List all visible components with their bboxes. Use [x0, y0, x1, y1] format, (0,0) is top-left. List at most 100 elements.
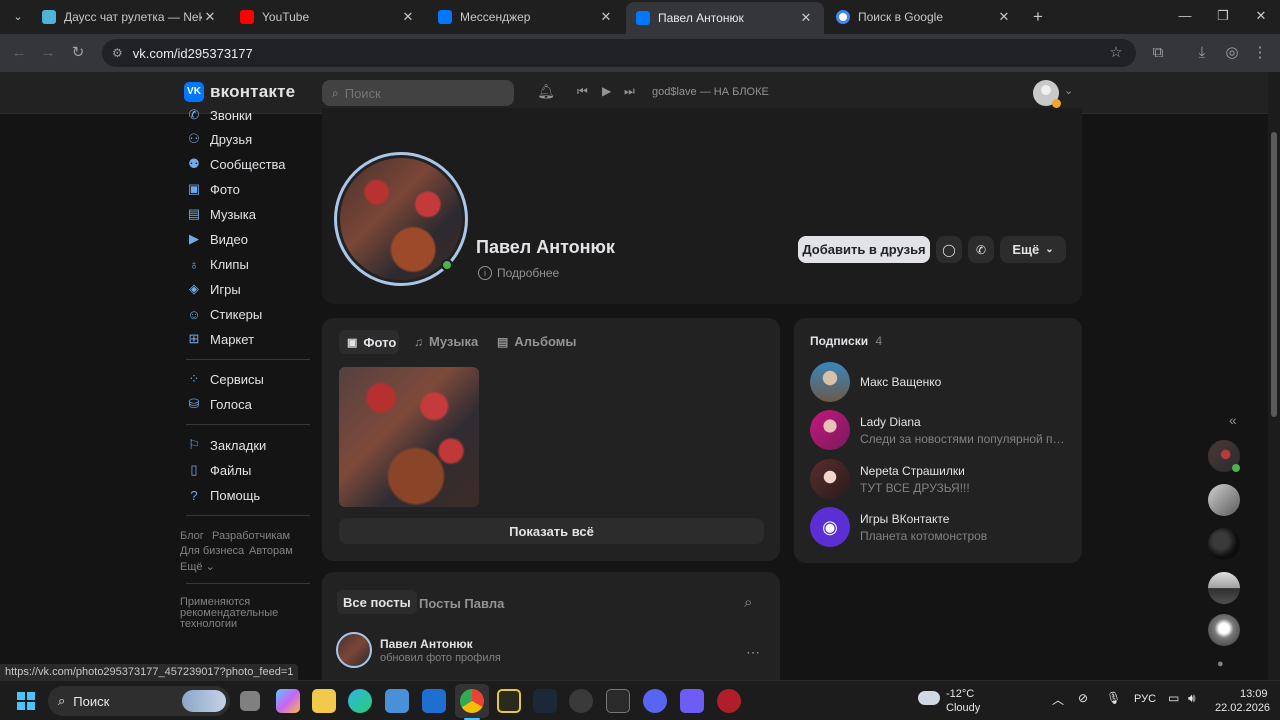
- input-language[interactable]: РУС: [1134, 693, 1156, 705]
- menu-item-services[interactable]: ⁘ Сервисы: [186, 368, 264, 390]
- minimize-icon[interactable]: —: [1175, 8, 1195, 23]
- footer-link-more[interactable]: Ещё ⌄: [180, 560, 215, 573]
- maximize-icon[interactable]: ❐: [1213, 8, 1233, 24]
- tab-youtube[interactable]: YouTube ✕: [230, 4, 426, 30]
- posts-tab-own[interactable]: Посты Павла: [419, 596, 504, 611]
- posts-tab-all[interactable]: Все посты: [337, 590, 417, 614]
- scrollbar-track[interactable]: [1268, 72, 1280, 680]
- chrome-icon[interactable]: [460, 689, 484, 713]
- post-author-avatar[interactable]: [336, 632, 372, 668]
- chat-bubble-icon[interactable]: ●: [1217, 658, 1224, 670]
- subscriptions-title[interactable]: Подписки 4: [810, 334, 882, 348]
- menu-item-votes[interactable]: ⛁ Голоса: [186, 393, 252, 415]
- tab-search-chevron-icon[interactable]: ⌄: [8, 7, 28, 27]
- chrome-menu-icon[interactable]: ⋮: [1250, 43, 1270, 63]
- subscription-item[interactable]: Nepeta Страшилки ТУТ ВСЕ ДРУЗЬЯ!!!: [810, 457, 1066, 501]
- subscription-item[interactable]: ◉ Игры ВКонтакте Планета котомонстров: [810, 505, 1066, 549]
- vk-logo-icon[interactable]: VK: [184, 82, 204, 102]
- footer-link-authors[interactable]: Авторам: [249, 545, 293, 557]
- chevron-down-icon[interactable]: ⌄: [1064, 84, 1073, 97]
- network-off-icon[interactable]: ⊘: [1078, 691, 1088, 705]
- app-icon[interactable]: [569, 689, 593, 713]
- menu-item-music[interactable]: ▤ Музыка: [186, 203, 256, 225]
- display-icon[interactable]: ▭: [1168, 691, 1179, 705]
- chat-avatar[interactable]: [1208, 528, 1240, 560]
- reload-icon[interactable]: ↻: [68, 43, 88, 63]
- edge-icon[interactable]: [348, 689, 372, 713]
- taskbar-search[interactable]: ⌕ Поиск: [48, 686, 230, 716]
- store-icon[interactable]: [385, 689, 409, 713]
- media-tab-albums[interactable]: ▤ Альбомы: [497, 334, 577, 349]
- window-close-icon[interactable]: ✕: [1251, 8, 1271, 24]
- play-icon[interactable]: ▶︎: [602, 84, 611, 98]
- chat-avatar[interactable]: [1208, 572, 1240, 604]
- menu-item-photos[interactable]: ▣ Фото: [186, 178, 240, 200]
- weather-desc[interactable]: Cloudy: [946, 702, 980, 714]
- back-arrow-icon[interactable]: ←: [9, 43, 29, 63]
- media-tab-photos[interactable]: ▣ Фото: [339, 330, 399, 354]
- photo-thumbnail[interactable]: [339, 367, 479, 507]
- footer-link-blog[interactable]: Блог: [180, 530, 204, 542]
- site-info-icon[interactable]: ⚙: [112, 46, 123, 60]
- show-all-photos-button[interactable]: Показать всё: [339, 518, 764, 544]
- vk-search-input[interactable]: [344, 85, 495, 101]
- post-author-name[interactable]: Павел Антонюк: [380, 637, 473, 651]
- menu-item-files[interactable]: ▯ Файлы: [186, 459, 251, 481]
- chat-avatar[interactable]: [1208, 440, 1240, 472]
- profile-more-info-link[interactable]: i Подробнее: [478, 266, 559, 280]
- address-bar[interactable]: ⚙ vk.com/id295373177: [102, 39, 1136, 67]
- post-options-icon[interactable]: ⋯: [746, 644, 760, 661]
- next-track-icon[interactable]: ⏭︎: [624, 84, 635, 99]
- menu-item-bookmarks[interactable]: ⚐ Закладки: [186, 434, 266, 456]
- weather-temp[interactable]: -12°C: [946, 688, 974, 700]
- message-button[interactable]: ◯: [936, 236, 962, 263]
- tab-google[interactable]: Поиск в Google ✕: [826, 4, 1022, 30]
- clock-time[interactable]: 13:09: [1240, 688, 1268, 700]
- collapse-chats-icon[interactable]: «: [1229, 412, 1237, 428]
- forward-arrow-icon[interactable]: →: [38, 43, 58, 63]
- player-track-title[interactable]: god$lave — НА БЛОКЕ: [652, 86, 769, 98]
- tab-messenger[interactable]: Мессенджер ✕: [428, 4, 624, 30]
- menu-item-stickers[interactable]: ☺ Стикеры: [186, 303, 262, 325]
- footer-link-business[interactable]: Для бизнеса: [180, 545, 244, 557]
- media-tab-music[interactable]: ♫ Музыка: [414, 334, 478, 349]
- volume-icon[interactable]: 🔊︎: [1188, 691, 1196, 706]
- app-icon[interactable]: [497, 689, 521, 713]
- tab-nekto[interactable]: Даусс чат рулетка — Nekto ✕: [32, 4, 228, 30]
- vk-logo-text[interactable]: вконтакте: [210, 82, 295, 102]
- scrollbar-thumb[interactable]: [1271, 132, 1277, 417]
- notifications-bell-icon[interactable]: 🔔︎: [537, 83, 555, 101]
- extensions-icon[interactable]: ⧉: [1148, 43, 1168, 63]
- windows-start-icon[interactable]: [17, 692, 35, 710]
- menu-item-help[interactable]: ? Помощь: [186, 484, 260, 506]
- app-icon[interactable]: [680, 689, 704, 713]
- chat-avatar[interactable]: [1208, 614, 1240, 646]
- new-tab-plus-icon[interactable]: +: [1028, 7, 1048, 27]
- prev-track-icon[interactable]: ⏮︎: [577, 84, 588, 99]
- subscription-item[interactable]: Lady Diana Следи за новостями популярной …: [810, 408, 1066, 452]
- menu-item-calls[interactable]: ✆ Звонки: [186, 104, 252, 126]
- menu-item-friends[interactable]: ⚇ Друзья: [186, 128, 252, 150]
- steam-icon[interactable]: [533, 689, 557, 713]
- microphone-icon[interactable]: 🎙︎: [1106, 691, 1121, 705]
- vk-search-box[interactable]: ⌕: [322, 80, 514, 106]
- app-icon[interactable]: [717, 689, 741, 713]
- download-icon[interactable]: ⤓: [1192, 43, 1212, 63]
- bookmark-star-icon[interactable]: ☆: [1106, 43, 1126, 63]
- footer-link-developers[interactable]: Разработчикам: [212, 530, 290, 542]
- menu-item-video[interactable]: ▶︎ Видео: [186, 228, 248, 250]
- menu-item-games[interactable]: ◈ Игры: [186, 278, 241, 300]
- discord-icon[interactable]: [643, 689, 667, 713]
- search-posts-icon[interactable]: ⌕: [744, 594, 752, 611]
- close-icon[interactable]: ✕: [798, 10, 814, 26]
- copilot-icon[interactable]: [276, 689, 300, 713]
- task-view-icon[interactable]: [240, 691, 260, 711]
- file-explorer-icon[interactable]: [312, 689, 336, 713]
- close-icon[interactable]: ✕: [202, 9, 218, 25]
- menu-item-clips[interactable]: ♁ Клипы: [186, 253, 249, 275]
- profile-avatar[interactable]: [334, 152, 468, 286]
- clock-date[interactable]: 22.02.2026: [1215, 702, 1270, 714]
- tray-expand-icon[interactable]: ︿: [1052, 691, 1064, 708]
- close-icon[interactable]: ✕: [598, 9, 614, 25]
- close-icon[interactable]: ✕: [400, 9, 416, 25]
